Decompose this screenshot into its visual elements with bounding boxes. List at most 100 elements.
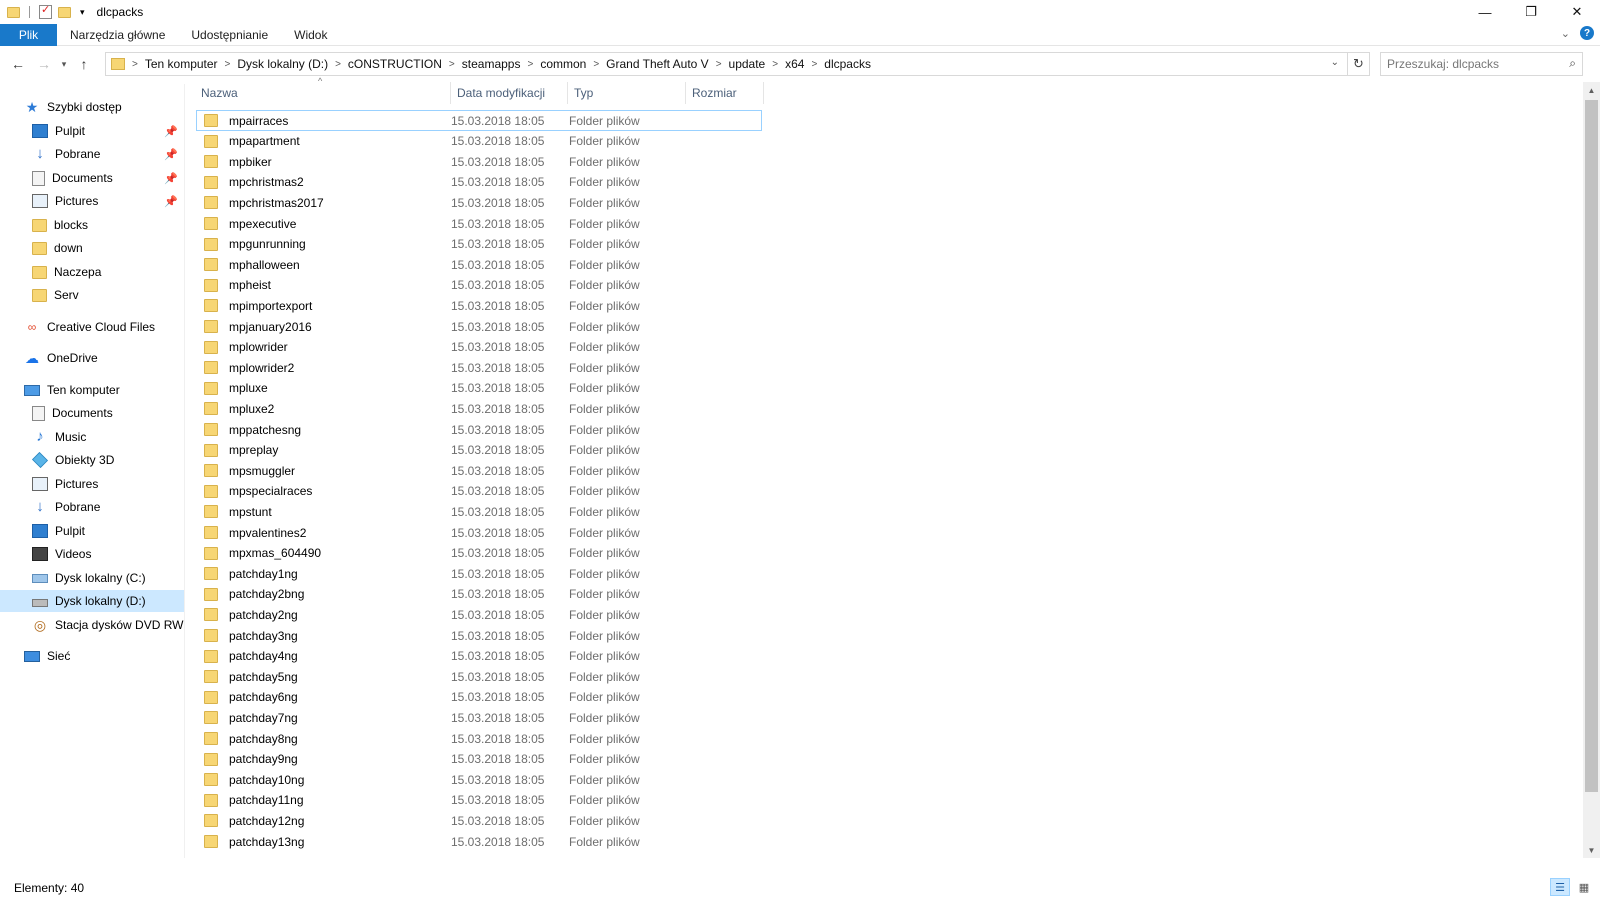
recent-locations-chevron-icon[interactable]: ▾ [57, 53, 71, 75]
table-row[interactable]: patchday2ng 15.03.2018 18:05 Folder plików [196, 604, 762, 625]
search-icon[interactable]: ⌕ [1569, 56, 1576, 71]
nav-pc-dvd[interactable]: ◎ Stacja dysków DVD RW (E [0, 614, 184, 636]
breadcrumb-this-pc[interactable]: Ten komputer [145, 57, 218, 71]
nav-item-naczepa[interactable]: Naczepa [0, 261, 184, 283]
table-row[interactable]: mpgunrunning 15.03.2018 18:05 Folder plikó… [196, 234, 762, 255]
nav-item-desktop[interactable]: Pulpit 📌 [0, 120, 184, 142]
tab-home[interactable]: Narzędzia główne [57, 24, 178, 46]
table-row[interactable]: mpsmuggler 15.03.2018 18:05 Folder plików [196, 460, 762, 481]
table-row[interactable]: mpchristmas2 15.03.2018 18:05 Folder plikó… [196, 172, 762, 193]
table-row[interactable]: mpluxe 15.03.2018 18:05 Folder plików [196, 378, 762, 399]
table-row[interactable]: patchday3ng 15.03.2018 18:05 Folder plików [196, 625, 762, 646]
breadcrumb-separator[interactable]: > [811, 59, 817, 70]
table-row[interactable]: patchday11ng 15.03.2018 18:05 Folder plikó… [196, 790, 762, 811]
table-row[interactable]: patchday13ng 15.03.2018 18:05 Folder plikó… [196, 831, 762, 852]
breadcrumb-dlcpacks[interactable]: dlcpacks [824, 57, 871, 71]
table-row[interactable]: mpvalentines2 15.03.2018 18:05 Folder plik… [196, 522, 762, 543]
nav-pc-pictures[interactable]: Pictures [0, 473, 184, 495]
breadcrumb-separator[interactable]: > [593, 59, 599, 70]
nav-item-serv[interactable]: Serv [0, 284, 184, 306]
table-row[interactable]: mphalloween 15.03.2018 18:05 Folder plików [196, 254, 762, 275]
table-row[interactable]: mplowrider2 15.03.2018 18:05 Folder plików [196, 357, 762, 378]
nav-network[interactable]: Sieć [0, 645, 184, 667]
large-icons-view-icon[interactable]: ▦ [1574, 878, 1594, 896]
address-history-chevron-icon[interactable]: ⌄ [1331, 57, 1339, 68]
table-row[interactable]: patchday10ng 15.03.2018 18:05 Folder plikó… [196, 769, 762, 790]
table-row[interactable]: mpexecutive 15.03.2018 18:05 Folder plików [196, 213, 762, 234]
table-row[interactable]: mpchristmas2017 15.03.2018 18:05 Folder pl… [196, 192, 762, 213]
address-bar[interactable]: > Ten komputer > Dysk lokalny (D:) > cON… [105, 52, 1370, 76]
table-row[interactable]: patchday6ng 15.03.2018 18:05 Folder plików [196, 687, 762, 708]
breadcrumb-steamapps[interactable]: steamapps [462, 57, 521, 71]
close-button[interactable]: ✕ [1554, 0, 1600, 24]
nav-pc-downloads[interactable]: ↓ Pobrane [0, 496, 184, 518]
breadcrumb-disk-d[interactable]: Dysk lokalny (D:) [237, 57, 328, 71]
table-row[interactable]: patchday8ng 15.03.2018 18:05 Folder plików [196, 728, 762, 749]
minimize-button[interactable]: — [1462, 0, 1508, 24]
nav-this-pc[interactable]: Ten komputer [0, 379, 184, 401]
tab-file[interactable]: Plik [0, 23, 57, 46]
breadcrumb-separator[interactable]: > [772, 59, 778, 70]
table-row[interactable]: mpimportexport 15.03.2018 18:05 Folder pli… [196, 295, 762, 316]
pane-divider[interactable] [184, 84, 185, 858]
breadcrumb-separator[interactable]: > [716, 59, 722, 70]
scroll-down-arrow-icon[interactable]: ▼ [1583, 842, 1600, 858]
nav-pc-documents[interactable]: Documents [0, 402, 184, 424]
nav-pc-3d-objects[interactable]: Obiekty 3D [0, 449, 184, 471]
table-row[interactable]: patchday4ng 15.03.2018 18:05 Folder plików [196, 646, 762, 667]
nav-pc-desktop[interactable]: Pulpit [0, 520, 184, 542]
table-row[interactable]: patchday5ng 15.03.2018 18:05 Folder plików [196, 666, 762, 687]
nav-pc-disk-c[interactable]: Dysk lokalny (C:) [0, 567, 184, 589]
table-row[interactable]: mpbiker 15.03.2018 18:05 Folder plików [196, 151, 762, 172]
restore-button[interactable]: ❐ [1508, 0, 1554, 24]
table-row[interactable]: patchday9ng 15.03.2018 18:05 Folder plików [196, 749, 762, 770]
table-row[interactable]: patchday2bng 15.03.2018 18:05 Folder plikó… [196, 584, 762, 605]
nav-pc-videos[interactable]: Videos [0, 543, 184, 565]
table-row[interactable]: patchday7ng 15.03.2018 18:05 Folder plików [196, 707, 762, 728]
column-header-date[interactable]: Data modyfikacji [451, 82, 568, 104]
table-row[interactable]: mpstunt 15.03.2018 18:05 Folder plików [196, 501, 762, 522]
up-arrow-icon[interactable]: ↑ [73, 53, 95, 75]
table-row[interactable]: mpreplay 15.03.2018 18:05 Folder plików [196, 440, 762, 461]
column-header-size[interactable]: Rozmiar [686, 82, 764, 104]
customize-toolbar-icon[interactable]: ▾ [80, 7, 85, 18]
nav-item-documents[interactable]: Documents 📌 [0, 167, 184, 189]
pin-icon[interactable]: 📌 [164, 195, 178, 208]
nav-pc-music[interactable]: ♪ Music [0, 426, 184, 448]
refresh-icon[interactable]: ↻ [1347, 53, 1369, 75]
scroll-up-arrow-icon[interactable]: ▲ [1583, 82, 1600, 98]
nav-item-blocks[interactable]: blocks [0, 214, 184, 236]
scrollbar-thumb[interactable] [1585, 100, 1598, 792]
breadcrumb-common[interactable]: common [540, 57, 586, 71]
nav-onedrive[interactable]: ☁ OneDrive [0, 347, 184, 369]
nav-creative-cloud[interactable]: ∞ Creative Cloud Files [0, 316, 184, 338]
breadcrumb-separator[interactable]: > [132, 59, 138, 70]
new-folder-icon[interactable] [58, 6, 71, 18]
table-row[interactable]: patchday12ng 15.03.2018 18:05 Folder plikó… [196, 810, 762, 831]
folder-icon[interactable] [7, 6, 20, 18]
column-header-type[interactable]: Typ [568, 82, 686, 104]
breadcrumb-separator[interactable]: > [527, 59, 533, 70]
breadcrumb-separator[interactable]: > [449, 59, 455, 70]
table-row[interactable]: mplowrider 15.03.2018 18:05 Folder plików [196, 337, 762, 358]
table-row[interactable]: mpheist 15.03.2018 18:05 Folder plików [196, 275, 762, 296]
table-row[interactable]: mppatchesng 15.03.2018 18:05 Folder plików [196, 419, 762, 440]
nav-item-down[interactable]: down [0, 237, 184, 259]
tab-view[interactable]: Widok [281, 24, 340, 46]
pin-icon[interactable]: 📌 [164, 148, 178, 161]
help-icon[interactable]: ? [1580, 26, 1594, 40]
forward-arrow-icon[interactable]: → [33, 53, 55, 75]
table-row[interactable]: mpjanuary2016 15.03.2018 18:05 Folder plik… [196, 316, 762, 337]
back-arrow-icon[interactable]: ← [7, 53, 29, 75]
breadcrumb-separator[interactable]: > [225, 59, 231, 70]
table-row[interactable]: mpxmas_604490 15.03.2018 18:05 Folder plik… [196, 543, 762, 564]
breadcrumb-x64[interactable]: x64 [785, 57, 804, 71]
search-input[interactable]: Przeszukaj: dlcpacks ⌕ [1380, 52, 1583, 76]
breadcrumb-separator[interactable]: > [335, 59, 341, 70]
pin-icon[interactable]: 📌 [164, 172, 178, 185]
table-row[interactable]: mpairraces 15.03.2018 18:05 Folder plików [196, 110, 762, 131]
breadcrumb-construction[interactable]: cONSTRUCTION [348, 57, 442, 71]
vertical-scrollbar[interactable]: ▲ ▼ [1583, 82, 1600, 858]
pin-icon[interactable]: 📌 [164, 125, 178, 138]
nav-quick-access[interactable]: ★ Szybki dostęp [0, 96, 184, 118]
